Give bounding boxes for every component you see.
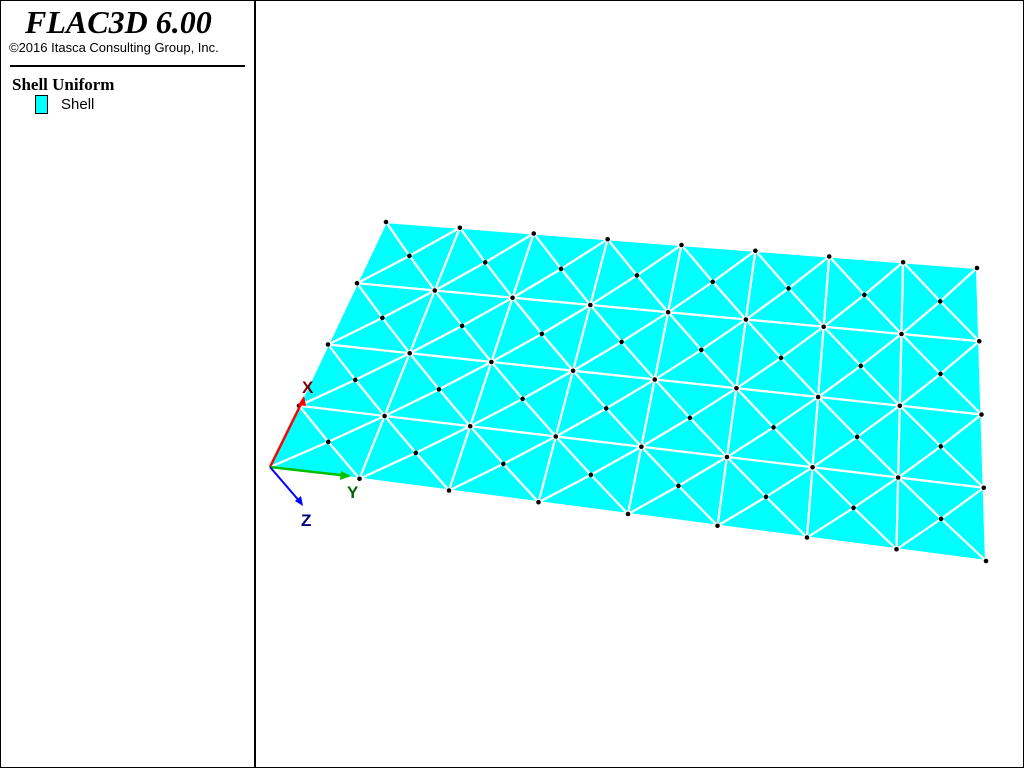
z-axis-label: Z	[301, 511, 311, 530]
shell-node	[407, 253, 412, 259]
shell-node	[354, 280, 360, 286]
shell-node	[382, 413, 387, 419]
shell-node	[588, 472, 594, 478]
shell-color-swatch	[35, 94, 48, 114]
shell-node	[710, 279, 716, 285]
shell-node	[983, 558, 989, 564]
shell-node	[383, 219, 389, 225]
shell-node	[467, 423, 473, 429]
copyright-text: ©2016 Itasca Consulting Group, Inc.	[9, 40, 219, 55]
shell-node	[858, 363, 864, 369]
shell-node	[634, 273, 640, 278]
shell-node	[432, 288, 438, 293]
shell-node	[715, 523, 720, 529]
shell-node	[938, 516, 944, 522]
shell-node	[862, 292, 867, 298]
shell-node	[558, 266, 564, 272]
shell-node	[639, 444, 644, 450]
shell-node	[981, 485, 987, 491]
shell-node	[899, 331, 904, 337]
shell-node	[815, 394, 821, 400]
shell-node	[413, 450, 419, 456]
shell-node	[325, 342, 331, 347]
model-scene[interactable]: X Y Z	[257, 1, 1022, 767]
shell-node	[510, 295, 515, 301]
shell-node	[763, 494, 769, 500]
shell-node	[687, 415, 693, 421]
shell-mesh	[268, 220, 988, 563]
shell-node	[894, 546, 899, 552]
shell-node	[603, 406, 609, 411]
shell-node	[676, 483, 681, 489]
shell-node	[457, 225, 463, 231]
shell-node	[771, 425, 776, 430]
model-viewport[interactable]: X Y Z	[257, 1, 1022, 767]
shell-node	[786, 286, 791, 291]
shell-node	[778, 355, 784, 361]
shell-node	[459, 323, 465, 329]
shell-node	[810, 464, 815, 470]
shell-node	[665, 309, 671, 315]
shell-node	[325, 439, 331, 445]
shell-node	[897, 403, 903, 409]
shell-node	[938, 371, 943, 377]
legend-item-label: Shell	[61, 95, 95, 113]
shell-node	[357, 476, 362, 482]
shell-node	[753, 248, 758, 254]
shell-node	[625, 511, 631, 517]
shell-node	[979, 412, 984, 417]
shell-node	[489, 359, 494, 365]
plot-title: Shell Uniform	[12, 75, 115, 94]
title-divider	[10, 65, 245, 67]
shell-node	[679, 242, 684, 248]
shell-node	[501, 461, 506, 467]
shell-node	[588, 302, 593, 308]
shell-node	[380, 315, 385, 321]
y-axis-label: Y	[347, 483, 359, 502]
shell-node	[826, 254, 832, 259]
shell-node	[570, 368, 576, 374]
shell-node	[976, 338, 982, 344]
shell-node	[937, 299, 943, 304]
shell-node	[938, 444, 944, 449]
shell-node	[699, 347, 704, 353]
shell-node	[520, 396, 525, 402]
shell-node	[854, 434, 860, 440]
shell-node	[734, 385, 739, 391]
shell-node	[605, 236, 610, 242]
shell-node	[743, 317, 749, 322]
z-axis-arrow	[269, 466, 302, 504]
shell-node	[353, 377, 358, 383]
shell-node	[724, 454, 730, 460]
shell-node	[900, 259, 906, 265]
shell-node	[436, 387, 442, 392]
shell-node	[531, 231, 537, 236]
x-axis-label: X	[302, 378, 314, 397]
legend-item-shell: Shell	[35, 94, 94, 114]
shell-node	[536, 499, 541, 505]
shell-node	[446, 488, 452, 493]
shell-node	[821, 324, 826, 330]
shell-node	[895, 475, 901, 480]
shell-node	[482, 260, 488, 265]
shell-node	[804, 535, 810, 540]
app-title: FLAC3D 6.00	[25, 4, 212, 40]
shell-node	[652, 377, 658, 382]
shell-node	[974, 265, 980, 271]
legend-panel: FLAC3D 6.00 ©2016 Itasca Consulting Grou…	[1, 1, 256, 767]
shell-node	[539, 331, 545, 337]
shell-node	[851, 505, 856, 511]
shell-node	[619, 339, 624, 345]
shell-node	[407, 350, 412, 356]
shell-node	[553, 434, 559, 439]
